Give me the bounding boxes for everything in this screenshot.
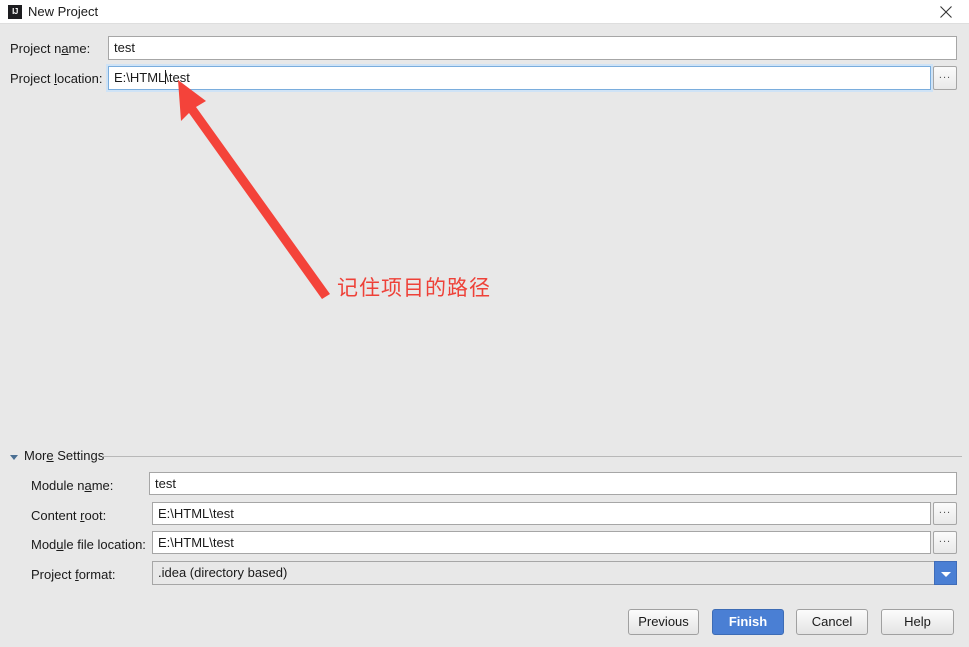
- project-format-label: Project format:: [31, 567, 116, 582]
- title-bar: IJ New Project: [0, 0, 969, 24]
- close-glyph: [940, 6, 952, 18]
- project-location-value-head: E:\HTML: [114, 70, 166, 85]
- module-name-input[interactable]: test: [149, 472, 957, 495]
- close-icon[interactable]: [923, 0, 969, 24]
- more-settings-toggle[interactable]: More Settings: [10, 448, 104, 464]
- module-file-location-label: Module file location:: [31, 537, 146, 552]
- window-title: New Project: [28, 4, 99, 19]
- project-location-label: Project location:: [10, 71, 103, 86]
- finish-button[interactable]: Finish: [712, 609, 784, 635]
- cancel-button[interactable]: Cancel: [796, 609, 868, 635]
- project-name-input[interactable]: test: [108, 36, 957, 60]
- new-project-dialog: IJ New Project Project name: test Projec…: [0, 0, 969, 644]
- more-settings-divider: [102, 456, 962, 457]
- module-file-location-input[interactable]: E:\HTML\test: [152, 531, 931, 554]
- project-location-browse-button[interactable]: ...: [933, 66, 957, 90]
- content-root-label: Content root:: [31, 508, 107, 523]
- module-name-label: Module name:: [31, 478, 114, 493]
- intellij-idea-icon: IJ: [8, 5, 22, 19]
- project-name-label: Project name:: [10, 41, 91, 56]
- project-format-dropdown-button[interactable]: [934, 561, 957, 585]
- module-file-location-browse-button[interactable]: ...: [933, 531, 957, 554]
- project-format-combobox[interactable]: .idea (directory based): [152, 561, 957, 585]
- project-location-input[interactable]: E:\HTML\test: [106, 64, 933, 92]
- more-settings-label: More Settings: [24, 448, 105, 463]
- chevron-down-icon: [10, 454, 18, 460]
- content-root-input[interactable]: E:\HTML\test: [152, 502, 931, 525]
- previous-button[interactable]: Previous: [628, 609, 699, 635]
- chevron-down-icon: [941, 572, 951, 577]
- help-button[interactable]: Help: [881, 609, 954, 635]
- project-location-value-tail: \test: [165, 70, 190, 85]
- content-root-browse-button[interactable]: ...: [933, 502, 957, 525]
- annotation-note: 记住项目的路径: [337, 276, 491, 300]
